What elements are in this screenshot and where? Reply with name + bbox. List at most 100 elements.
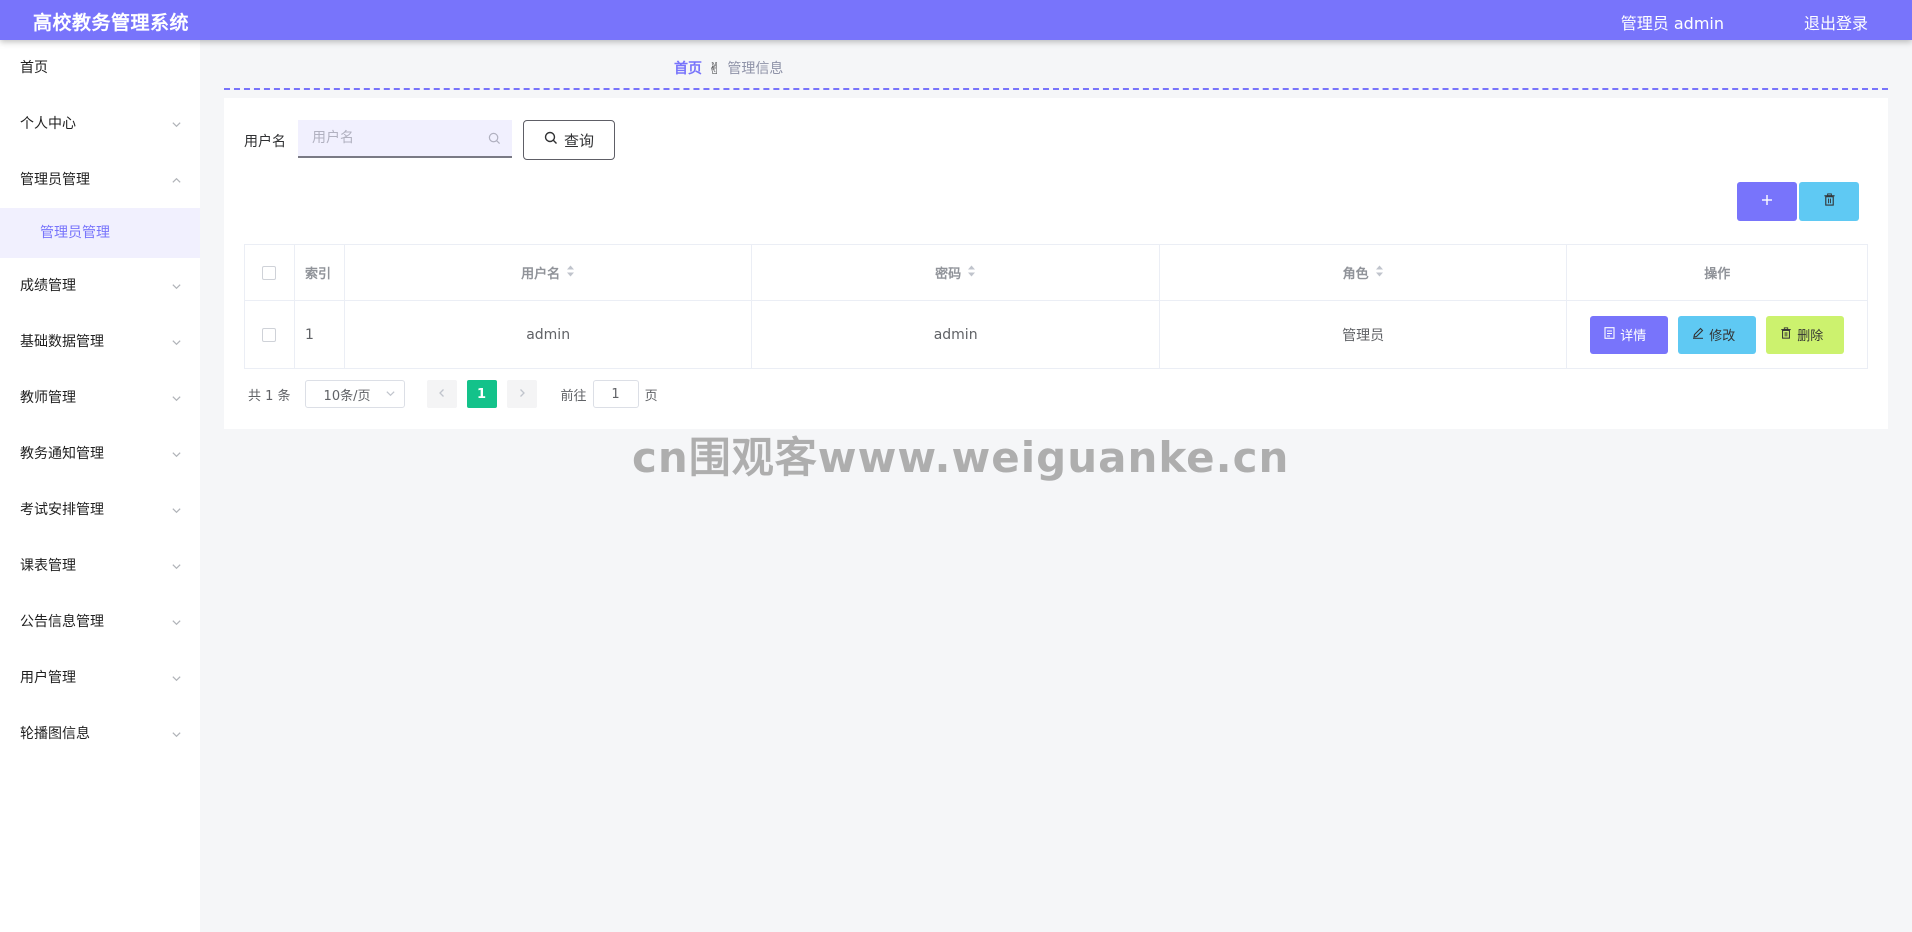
select-all-checkbox[interactable]: [262, 265, 277, 280]
batch-delete-button[interactable]: [1799, 182, 1859, 221]
breadcrumb: 首页 ✌ 管理信息: [674, 58, 783, 78]
sidebar: 首页 个人中心 管理员管理 管理员管理 成绩管理 基础数据管理 教师管理 教务通…: [0, 40, 200, 932]
trash-icon: [1823, 193, 1836, 210]
divider: [224, 88, 1888, 90]
chevron-right-icon: [517, 387, 527, 402]
breadcrumb-home[interactable]: 首页: [674, 58, 702, 78]
sidebar-subitem-label: 管理员管理: [40, 225, 110, 241]
top-header: 高校教务管理系统 管理员 admin 退出登录: [0, 0, 1912, 40]
header-index: 索引: [295, 245, 345, 300]
sidebar-item-label: 用户管理: [20, 670, 76, 686]
search-input[interactable]: [298, 120, 512, 158]
sidebar-item-basic-data-management[interactable]: 基础数据管理: [0, 314, 200, 370]
content-card: 用户名 查询 索引 用户名 密码 角色 操作: [224, 98, 1888, 429]
detail-button[interactable]: 详情: [1590, 315, 1669, 354]
breadcrumb-current: 管理信息: [727, 61, 784, 77]
sidebar-item-carousel[interactable]: 轮播图信息: [0, 706, 200, 762]
page-size-select[interactable]: 10条/页: [304, 380, 405, 408]
table-header-row: 索引 用户名 密码 角色 操作: [245, 245, 1867, 301]
sidebar-item-exam-management[interactable]: 考试安排管理: [0, 482, 200, 538]
prev-page-button[interactable]: [426, 380, 457, 408]
chevron-down-icon: [171, 706, 182, 762]
page-jumper: 前往 页: [561, 380, 658, 408]
search-icon: [488, 132, 501, 149]
sidebar-item-label: 首页: [20, 60, 48, 76]
sidebar-item-announcement-management[interactable]: 公告信息管理: [0, 594, 200, 650]
sidebar-item-label: 课表管理: [20, 558, 76, 574]
sidebar-item-teacher-management[interactable]: 教师管理: [0, 370, 200, 426]
chevron-down-icon: [171, 314, 182, 370]
header-role[interactable]: 角色: [1160, 245, 1568, 300]
sidebar-item-user-management[interactable]: 用户管理: [0, 650, 200, 706]
sidebar-item-personal-center[interactable]: 个人中心: [0, 96, 200, 152]
header-username[interactable]: 用户名: [345, 245, 753, 300]
delete-button[interactable]: 删除: [1766, 315, 1845, 354]
chevron-down-icon: [171, 650, 182, 706]
header-actions: 操作: [1704, 267, 1731, 282]
header-checkbox-cell: [245, 245, 295, 300]
sidebar-item-label: 基础数据管理: [20, 334, 104, 350]
sort-icon[interactable]: [566, 265, 575, 281]
row-checkbox[interactable]: [262, 327, 277, 342]
cell-role: 管理员: [1160, 301, 1568, 368]
edit-button-label: 修改: [1709, 329, 1736, 344]
chevron-left-icon: [437, 387, 447, 402]
sidebar-item-label: 成绩管理: [20, 278, 76, 294]
admin-table: 索引 用户名 密码 角色 操作 1 admin admin 管理员 详情 修改 …: [244, 244, 1868, 369]
sidebar-item-notice-management[interactable]: 教务通知管理: [0, 426, 200, 482]
header-password[interactable]: 密码: [752, 245, 1160, 300]
sidebar-item-label: 管理员管理: [20, 172, 90, 188]
cell-password: admin: [752, 301, 1160, 368]
chevron-down-icon: [171, 96, 182, 152]
sort-icon[interactable]: [967, 265, 976, 281]
pagination-total: 共 1 条: [248, 388, 291, 404]
watermark-text: cn围观客www.weiguanke.cn: [632, 433, 1290, 482]
sidebar-item-label: 公告信息管理: [20, 614, 104, 630]
cell-actions: 详情 修改 删除: [1567, 301, 1867, 368]
goto-prefix: 前往: [560, 388, 587, 404]
pencil-icon: [1692, 327, 1704, 343]
row-checkbox-cell: [245, 301, 295, 368]
table-row: 1 admin admin 管理员 详情 修改 删除: [245, 301, 1867, 368]
search-icon: [544, 131, 558, 149]
plus-icon: [1761, 194, 1773, 210]
sidebar-item-label: 轮播图信息: [20, 726, 90, 742]
sort-icon[interactable]: [1375, 265, 1384, 281]
logout-button[interactable]: 退出登录: [1804, 10, 1868, 34]
next-page-button[interactable]: [506, 380, 537, 408]
header-password-label: 密码: [935, 267, 962, 282]
cell-username: admin: [345, 301, 753, 368]
document-icon: [1604, 326, 1615, 343]
chevron-down-icon: [171, 426, 182, 482]
sidebar-item-grade-management[interactable]: 成绩管理: [0, 258, 200, 314]
header-role-label: 角色: [1342, 267, 1369, 282]
page-size-value: 10条/页: [323, 388, 371, 404]
sidebar-subitem-admin-management[interactable]: 管理员管理: [0, 208, 200, 258]
cell-index: 1: [295, 301, 345, 368]
chevron-down-icon: [385, 388, 396, 403]
edit-button[interactable]: 修改: [1678, 315, 1757, 354]
sidebar-item-admin-management[interactable]: 管理员管理: [0, 152, 200, 208]
chevron-down-icon: [171, 594, 182, 650]
sidebar-item-label: 个人中心: [20, 116, 76, 132]
chevron-up-icon: [171, 152, 182, 208]
sidebar-item-label: 教师管理: [20, 390, 76, 406]
delete-button-label: 删除: [1797, 329, 1824, 344]
goto-suffix: 页: [644, 388, 658, 404]
sidebar-item-schedule-management[interactable]: 课表管理: [0, 538, 200, 594]
chevron-down-icon: [171, 538, 182, 594]
add-button[interactable]: [1737, 182, 1797, 221]
sidebar-item-label: 教务通知管理: [20, 446, 104, 462]
page-number-button[interactable]: 1: [466, 380, 497, 408]
query-button[interactable]: 查询: [523, 120, 615, 160]
chevron-down-icon: [171, 482, 182, 538]
chevron-down-icon: [171, 370, 182, 426]
detail-button-label: 详情: [1620, 329, 1647, 344]
chevron-down-icon: [171, 258, 182, 314]
app-title: 高校教务管理系统: [33, 12, 190, 34]
goto-page-input[interactable]: [592, 380, 639, 408]
sidebar-item-label: 考试安排管理: [20, 502, 104, 518]
search-label: 用户名: [244, 134, 286, 150]
sidebar-item-home[interactable]: 首页: [0, 40, 200, 96]
pagination: 共 1 条 10条/页 1 前往 页: [248, 380, 658, 408]
